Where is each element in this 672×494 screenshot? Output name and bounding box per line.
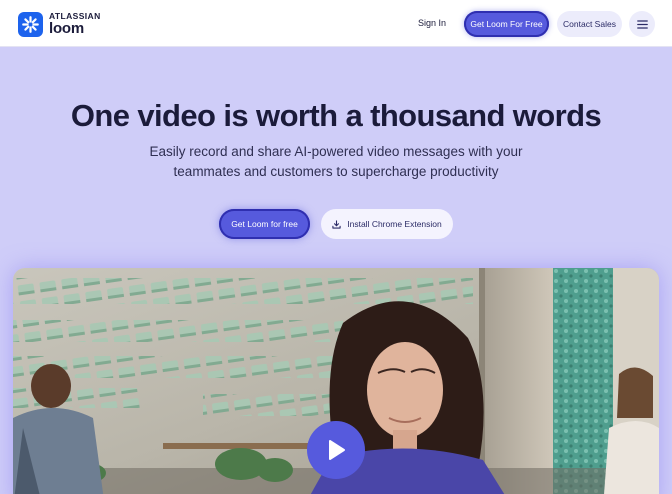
play-icon <box>329 440 345 460</box>
sign-in-link[interactable]: Sign In <box>418 14 446 32</box>
get-loom-free-button[interactable]: Get Loom for free <box>219 209 310 239</box>
play-video-button[interactable] <box>307 421 365 479</box>
install-chrome-extension-label: Install Chrome Extension <box>347 219 442 229</box>
logo-product-text: loom <box>49 20 85 38</box>
loom-starburst-icon <box>18 11 43 37</box>
atlassian-loom-logo[interactable]: ATLASSIAN loom <box>18 11 101 37</box>
hamburger-menu-icon[interactable] <box>629 11 655 37</box>
logo-brand-text: ATLASSIAN <box>49 10 101 21</box>
hero-subtitle: Easily record and share AI-powered video… <box>149 144 523 179</box>
install-chrome-extension-button[interactable]: Install Chrome Extension <box>321 209 453 239</box>
site-header: ATLASSIAN loom Sign In Get Loom For Free… <box>0 0 672 47</box>
get-loom-free-nav-button[interactable]: Get Loom For Free <box>464 11 549 37</box>
contact-sales-button[interactable]: Contact Sales <box>557 11 622 37</box>
download-icon <box>332 219 341 229</box>
hero-title: One video is worth a thousand words <box>70 98 602 133</box>
